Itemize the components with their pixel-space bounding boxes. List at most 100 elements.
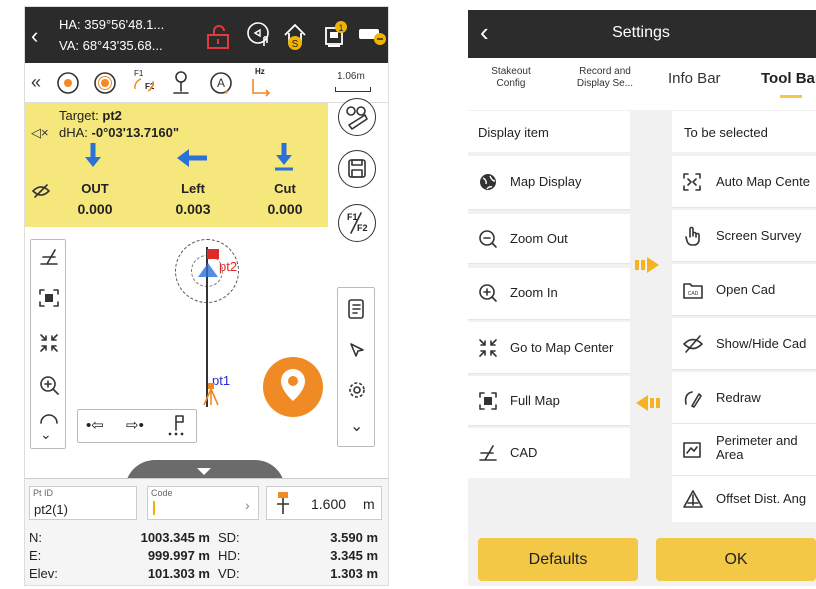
auto-angle-icon[interactable]: A bbox=[208, 70, 234, 96]
surveyor-icon[interactable] bbox=[169, 69, 193, 97]
prism-icon bbox=[198, 263, 218, 277]
arrow-left-icon bbox=[177, 149, 207, 167]
readout-label: N: bbox=[29, 530, 42, 545]
settings-tabs: Stakeout Config Record and Display Se...… bbox=[468, 58, 816, 110]
tab-record-display[interactable]: Record and Display Se... bbox=[570, 66, 640, 90]
display-item[interactable]: Zoom In bbox=[468, 268, 630, 320]
readout-row: Elev: 101.303 m VD: 1.303 m bbox=[29, 565, 379, 583]
redraw-icon bbox=[684, 391, 702, 408]
prev-point-icon[interactable]: •⇦ bbox=[86, 416, 104, 434]
folder-icon: CAD bbox=[683, 283, 703, 299]
val-out: 0.000 bbox=[77, 201, 113, 217]
stake-point-icon[interactable] bbox=[56, 71, 80, 95]
display-items-header: Display item bbox=[468, 111, 630, 152]
display-item[interactable]: Full Map bbox=[468, 376, 630, 426]
zoom-out-icon[interactable] bbox=[38, 412, 60, 424]
collapse-arrow-icon bbox=[197, 468, 211, 475]
readout-value: 1003.345 m bbox=[140, 530, 210, 545]
readout-label: E: bbox=[29, 548, 42, 563]
cut-arrow-icon bbox=[274, 143, 294, 171]
height-value: 1.600 bbox=[311, 496, 347, 512]
display-item[interactable]: Go to Map Center bbox=[468, 322, 630, 374]
display-item[interactable]: Zoom Out bbox=[468, 214, 630, 264]
display-item-label: CAD bbox=[510, 445, 538, 460]
readout-label: VD: bbox=[218, 566, 240, 581]
select-item-label: Show/Hide Cad bbox=[716, 336, 807, 351]
expand-icon[interactable]: ⌄ bbox=[350, 416, 363, 436]
va-value: VA: 68°43'35.68... bbox=[59, 38, 163, 53]
tab-stakeout-config[interactable]: Stakeout Config bbox=[482, 66, 540, 90]
chevron-right-icon[interactable]: › bbox=[245, 497, 250, 513]
rtk-device-icon[interactable] bbox=[357, 25, 387, 47]
antenna-height-field[interactable]: 1.600 m bbox=[266, 486, 382, 520]
save-button[interactable] bbox=[338, 150, 376, 188]
height-unit: m bbox=[363, 496, 375, 512]
display-item[interactable]: CAD bbox=[468, 428, 630, 478]
next-point-icon[interactable]: ⇨• bbox=[126, 416, 144, 434]
select-item[interactable]: Perimeter and Area bbox=[672, 424, 816, 476]
coordinate-readouts: N: 1003.345 m SD: 3.590 m E: 999.997 m HD: 3.3… bbox=[29, 529, 379, 583]
select-item[interactable]: CAD Open Cad bbox=[672, 264, 816, 316]
map-nav-bar: •⇦ ⇨• bbox=[77, 409, 197, 443]
zoom-in-icon[interactable] bbox=[38, 374, 60, 396]
select-cursor-icon[interactable] bbox=[347, 340, 367, 360]
code-field[interactable]: Code › bbox=[147, 486, 259, 520]
select-item[interactable]: Auto Map Cente bbox=[672, 156, 816, 208]
pt-id-field[interactable]: Pt ID pt2(1) bbox=[29, 486, 137, 520]
ok-button[interactable]: OK bbox=[656, 538, 816, 581]
stake-info-panel: Target: pt2 ◁× dHA: -0°03'13.7160" OUT L… bbox=[25, 103, 328, 227]
antenna-height-icon bbox=[277, 492, 289, 514]
cad-icon[interactable] bbox=[39, 246, 59, 268]
location-pin-icon bbox=[281, 369, 305, 401]
select-item[interactable]: Screen Survey bbox=[672, 210, 816, 262]
collapse-icon[interactable]: « bbox=[31, 72, 41, 93]
tab-tool-bar[interactable]: Tool Bar bbox=[761, 70, 816, 87]
readout-value: 999.997 m bbox=[147, 548, 210, 563]
display-item[interactable]: Map Display bbox=[468, 156, 630, 210]
toolbar-settings-screen: ‹ Settings Stakeout Config Record and Di… bbox=[468, 10, 816, 586]
select-item[interactable]: Show/Hide Cad bbox=[672, 318, 816, 370]
center-icon bbox=[479, 339, 497, 357]
instrument-icon[interactable]: 1 bbox=[322, 21, 348, 49]
select-item-label: Perimeter and Area bbox=[716, 433, 798, 462]
hz-icon[interactable]: Hz bbox=[247, 67, 275, 97]
select-item-label: Offset Dist. Ang bbox=[716, 491, 807, 506]
tripod-icon bbox=[201, 383, 221, 407]
center-icon[interactable] bbox=[38, 332, 60, 354]
base-station-icon[interactable]: S bbox=[281, 21, 309, 51]
code-label: Code bbox=[151, 488, 173, 498]
map-canvas[interactable]: ⌄ pt2 pt1 •⇦ ⇨• ⌄ bbox=[25, 227, 388, 467]
tab-info-bar[interactable]: Info Bar bbox=[668, 70, 721, 87]
to-be-selected-header: To be selected bbox=[672, 111, 816, 152]
area-icon bbox=[683, 442, 701, 458]
hide-icon[interactable] bbox=[31, 183, 51, 199]
hand-icon bbox=[685, 226, 700, 246]
left-map-toolbar: ⌄ bbox=[30, 239, 66, 449]
dir-left: Left bbox=[181, 181, 205, 196]
move-right-arrow-icon[interactable] bbox=[635, 256, 661, 274]
select-item[interactable]: Redraw bbox=[672, 372, 816, 424]
unlock-icon[interactable] bbox=[205, 25, 231, 49]
auto-center-icon bbox=[683, 173, 701, 191]
stake-line-icon[interactable] bbox=[93, 71, 117, 95]
select-item[interactable]: Offset Dist. Ang bbox=[672, 476, 816, 522]
gear-icon[interactable] bbox=[347, 380, 367, 400]
active-tab-indicator bbox=[780, 95, 802, 98]
point-flag-icon[interactable] bbox=[166, 414, 188, 438]
globe-icon bbox=[480, 174, 496, 190]
locate-button[interactable] bbox=[263, 357, 323, 417]
readout-value: 3.345 m bbox=[330, 548, 378, 563]
back-icon[interactable]: ‹ bbox=[31, 23, 38, 49]
ruler-button[interactable] bbox=[338, 98, 376, 136]
readout-row: N: 1003.345 m SD: 3.590 m bbox=[29, 529, 379, 547]
expand-down-icon[interactable]: ⌄ bbox=[40, 426, 52, 443]
defaults-button[interactable]: Defaults bbox=[478, 538, 638, 581]
full-map-icon[interactable] bbox=[38, 288, 60, 308]
dha-line: dHA: -0°03'13.7160" bbox=[59, 125, 179, 140]
mute-icon[interactable]: ◁× bbox=[31, 125, 49, 141]
move-left-arrow-icon[interactable] bbox=[636, 394, 662, 412]
bluetooth-touch-icon[interactable] bbox=[246, 21, 274, 49]
layers-list-icon[interactable] bbox=[347, 298, 367, 320]
f1-f2-switch-icon[interactable]: F1 F2 bbox=[131, 69, 159, 97]
pt-id-label: Pt ID bbox=[33, 488, 54, 498]
